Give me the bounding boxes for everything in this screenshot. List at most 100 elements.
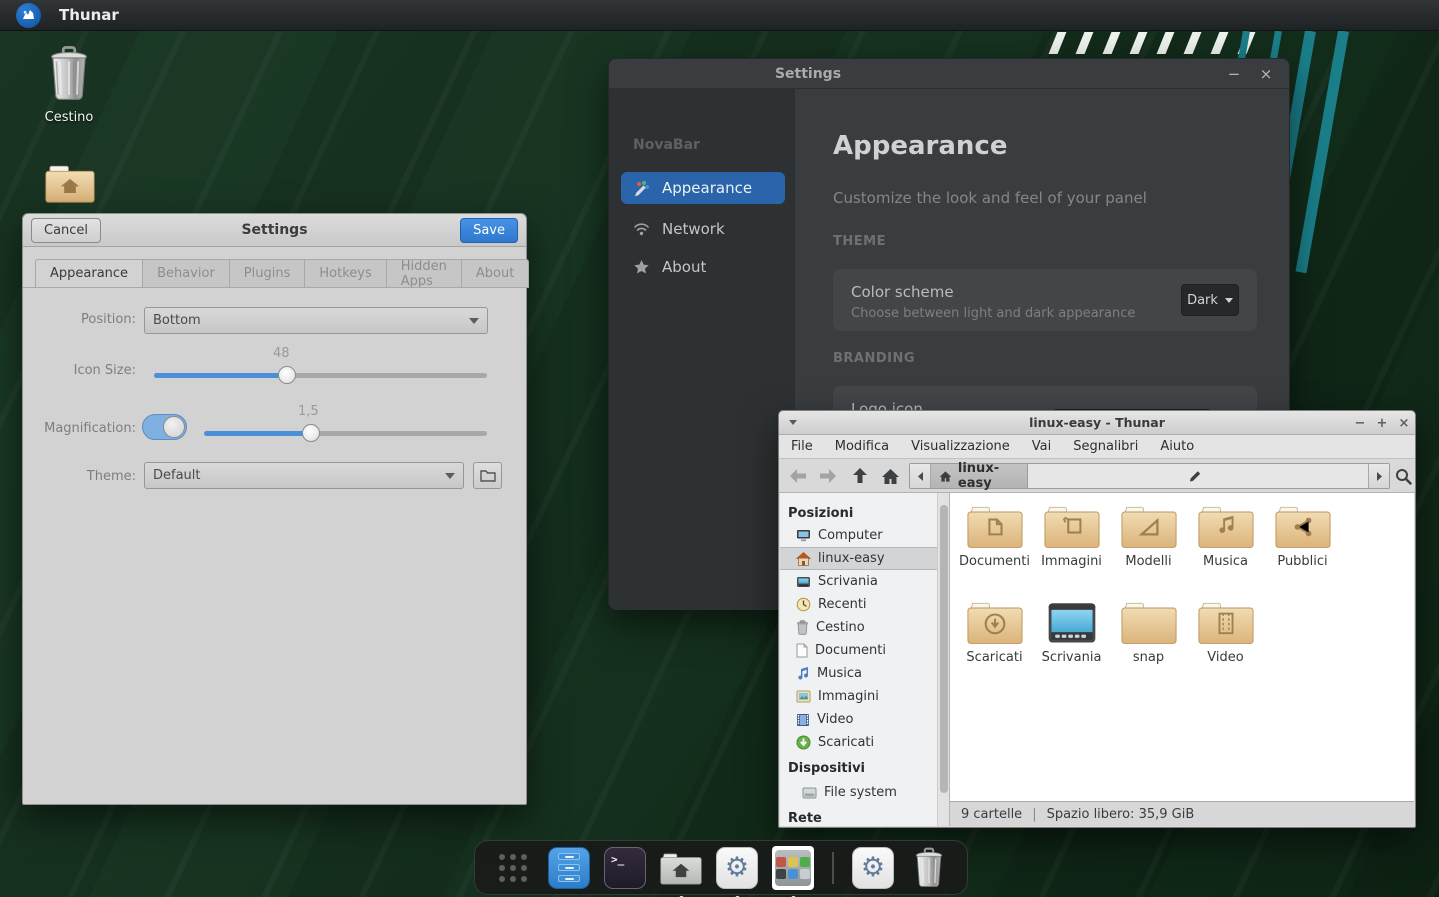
- slider-knob[interactable]: [278, 366, 296, 384]
- terminal-icon: >_: [604, 847, 646, 889]
- sidebar-item-label: File system: [824, 785, 897, 800]
- close-icon[interactable]: ×: [1393, 411, 1415, 435]
- tab-behavior[interactable]: Behavior: [143, 259, 230, 288]
- tab-appearance[interactable]: Appearance: [35, 259, 143, 288]
- chevron-down-icon: [1225, 298, 1233, 303]
- sidebar-scrollbar[interactable]: [937, 493, 949, 826]
- sidebar-app-name: NovaBar: [633, 137, 700, 153]
- novabar-titlebar[interactable]: Settings − ×: [609, 59, 1289, 89]
- menu-visualizzazione[interactable]: Visualizzazione: [911, 439, 1010, 454]
- file-item-scrivania[interactable]: Scrivania: [1033, 599, 1110, 695]
- menu-file[interactable]: File: [791, 439, 813, 454]
- icon-size-value: 48: [273, 346, 290, 361]
- theme-label: Theme:: [23, 469, 136, 484]
- distro-logo-icon[interactable]: [16, 3, 41, 28]
- home-button[interactable]: [879, 465, 901, 487]
- minimize-icon[interactable]: −: [1223, 63, 1245, 85]
- minimize-icon[interactable]: −: [1349, 411, 1371, 435]
- theme-browse-button[interactable]: [473, 462, 502, 489]
- tab-plugins[interactable]: Plugins: [230, 259, 306, 288]
- maximize-icon[interactable]: +: [1371, 411, 1393, 435]
- sidebar-item-network[interactable]: Network: [621, 213, 785, 245]
- theme-dropdown[interactable]: Default: [144, 462, 464, 489]
- search-icon: [1395, 468, 1412, 485]
- sidebar-item-video[interactable]: Video: [780, 708, 937, 731]
- sidebar-item-scrivania[interactable]: Scrivania: [780, 570, 937, 593]
- file-item-documenti[interactable]: Documenti: [956, 503, 1033, 599]
- panel-settings-titlebar[interactable]: Cancel Settings Save: [23, 214, 526, 247]
- sidebar-item-appearance[interactable]: Appearance: [621, 172, 785, 204]
- file-item-scaricati[interactable]: Scaricati: [956, 599, 1033, 695]
- file-item-pubblici[interactable]: Pubblici: [1264, 503, 1341, 599]
- menu-vai[interactable]: Vai: [1032, 439, 1051, 454]
- menu-aiuto[interactable]: Aiuto: [1160, 439, 1194, 454]
- magnification-toggle[interactable]: [142, 414, 187, 440]
- path-button-current[interactable]: linux-easy: [931, 464, 1028, 488]
- thunar-file-pane[interactable]: Documenti Immagini Modelli Musica Pubbli…: [949, 493, 1414, 826]
- dock-settings-manager-icon[interactable]: [772, 847, 814, 889]
- menu-modifica[interactable]: Modifica: [835, 439, 889, 454]
- file-item-snap[interactable]: snap: [1110, 599, 1187, 695]
- sidebar-item-computer[interactable]: Computer: [780, 524, 937, 547]
- sidebar-item-recenti[interactable]: Recenti: [780, 593, 937, 616]
- sidebar-item-documenti[interactable]: Documenti: [780, 639, 937, 662]
- home-folder-icon: [660, 850, 702, 886]
- tab-about[interactable]: About: [462, 259, 529, 288]
- file-item-video[interactable]: Video: [1187, 599, 1264, 695]
- menu-segnalibri[interactable]: Segnalibri: [1073, 439, 1138, 454]
- sidebar-header-places: Posizioni: [780, 502, 937, 525]
- tab-hidden-apps[interactable]: Hidden Apps: [387, 259, 462, 288]
- file-item-modelli[interactable]: Modelli: [1110, 503, 1187, 599]
- path-scroll-right-button[interactable]: [1368, 464, 1389, 488]
- recent-icon: [796, 597, 811, 612]
- dock-home-folder-icon[interactable]: [660, 847, 702, 889]
- theme-value: Default: [153, 468, 201, 483]
- forward-button[interactable]: [817, 465, 839, 487]
- close-icon[interactable]: ×: [1255, 63, 1277, 85]
- dock-trash-icon[interactable]: [908, 847, 950, 889]
- color-scheme-dropdown[interactable]: Dark: [1181, 284, 1239, 316]
- music-icon: [796, 666, 810, 681]
- gear-icon: ⚙: [852, 847, 894, 889]
- icon-size-slider[interactable]: [154, 366, 487, 384]
- up-button[interactable]: [849, 465, 871, 487]
- chevron-down-icon: [469, 318, 479, 324]
- dock-settings-gear-icon-2[interactable]: ⚙: [852, 847, 894, 889]
- desktop-trash-icon[interactable]: Cestino: [33, 45, 105, 125]
- save-button[interactable]: Save: [460, 218, 518, 243]
- dock-app-grid-icon[interactable]: [492, 847, 534, 889]
- magnification-slider[interactable]: [204, 424, 487, 442]
- sidebar-item-cestino[interactable]: Cestino: [780, 616, 937, 639]
- file-item-immagini[interactable]: Immagini: [1033, 503, 1110, 599]
- file-label: Documenti: [956, 554, 1033, 569]
- desktop-home-folder-icon[interactable]: [44, 162, 96, 208]
- scrollbar-thumb[interactable]: [940, 505, 948, 793]
- dock-settings-gear-icon[interactable]: ⚙: [716, 847, 758, 889]
- path-edit-button[interactable]: [1188, 464, 1208, 488]
- sidebar-item-immagini[interactable]: Immagini: [780, 685, 937, 708]
- sidebar-item-label: Scaricati: [818, 735, 874, 750]
- tab-hotkeys[interactable]: Hotkeys: [305, 259, 386, 288]
- file-label: Musica: [1187, 554, 1264, 569]
- sidebar-item-file-system[interactable]: File system: [780, 781, 937, 804]
- search-button[interactable]: [1392, 465, 1414, 487]
- dock-file-cabinet-icon[interactable]: [548, 847, 590, 889]
- position-dropdown[interactable]: Bottom: [144, 307, 488, 334]
- sidebar-item-musica[interactable]: Musica: [780, 662, 937, 685]
- cancel-button[interactable]: Cancel: [31, 218, 101, 243]
- gear-icon: ⚙: [716, 847, 758, 889]
- sidebar-item-label: Computer: [818, 528, 883, 543]
- back-button[interactable]: [787, 465, 809, 487]
- sidebar-item-scaricati[interactable]: Scaricati: [780, 731, 937, 754]
- sidebar-item-linux-easy[interactable]: linux-easy: [780, 547, 937, 570]
- sidebar-header-network: Rete: [780, 807, 937, 830]
- slider-knob[interactable]: [302, 424, 320, 442]
- window-menu-icon[interactable]: [789, 420, 797, 425]
- file-item-musica[interactable]: Musica: [1187, 503, 1264, 599]
- dock-terminal-icon[interactable]: >_: [604, 847, 646, 889]
- trash-icon: [796, 620, 809, 635]
- path-scroll-left-button[interactable]: [910, 464, 931, 488]
- thunar-titlebar[interactable]: linux-easy - Thunar − + ×: [779, 411, 1415, 435]
- sidebar-item-about[interactable]: About: [621, 251, 785, 283]
- icon-size-label: Icon Size:: [23, 363, 136, 378]
